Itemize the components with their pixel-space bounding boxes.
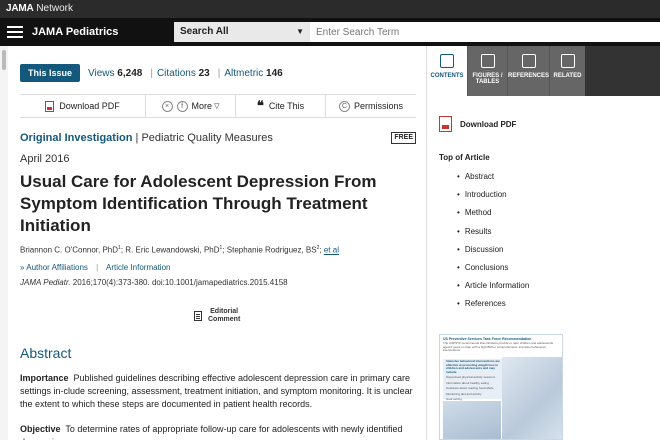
tab-contents[interactable]: CONTENTS bbox=[427, 46, 467, 96]
tab-related[interactable]: RELATED bbox=[549, 46, 585, 96]
journal-header: JAMA Pediatrics Search All ▼ bbox=[0, 18, 660, 46]
article-toolbar: Download PDF × f More ▽ ❝ Cite This C Per… bbox=[20, 94, 416, 118]
altmetric-metric[interactable]: Altmetric 146 bbox=[224, 68, 282, 79]
network-brand[interactable]: JAMA bbox=[6, 3, 34, 14]
toc-item-article-information[interactable]: Article Information bbox=[457, 280, 529, 298]
author-affiliations-link[interactable]: Author Affiliations bbox=[26, 263, 88, 272]
toc-item-results[interactable]: Results bbox=[457, 226, 529, 244]
article-sidebar: CONTENTS FIGURES / TABLES REFERENCES REL… bbox=[426, 46, 660, 440]
facebook-icon[interactable]: f bbox=[176, 100, 188, 112]
this-issue-button[interactable]: This Issue bbox=[20, 64, 81, 82]
search-input[interactable] bbox=[310, 22, 660, 42]
abstract-importance: Importance Published guidelines describi… bbox=[20, 373, 413, 409]
toc-item-conclusions[interactable]: Conclusions bbox=[457, 262, 529, 280]
menu-icon[interactable] bbox=[7, 26, 23, 38]
author-link[interactable]: Stephanie Rodriguez, BS bbox=[227, 246, 317, 255]
et-al-link[interactable]: et al bbox=[324, 246, 339, 255]
scrollbar-thumb[interactable] bbox=[2, 50, 6, 70]
author-link[interactable]: Briannon C. O'Connor, PhD bbox=[20, 246, 118, 255]
thumb-subtitle: The USPSTF recommends that clinicians pr… bbox=[443, 341, 554, 352]
permissions-button[interactable]: C Permissions bbox=[326, 94, 416, 118]
thumb-illustration bbox=[443, 401, 501, 439]
tab-references[interactable]: REFERENCES bbox=[507, 46, 549, 96]
abstract-heading: Abstract bbox=[20, 345, 72, 361]
search-scope-select[interactable]: Search All ▼ bbox=[174, 22, 310, 42]
twitter-icon[interactable]: × bbox=[161, 100, 173, 112]
link-icon bbox=[560, 54, 575, 68]
share-more-button[interactable]: × f More ▽ bbox=[146, 94, 236, 118]
quote-icon bbox=[521, 54, 536, 68]
chevron-right-icon: » bbox=[20, 263, 25, 272]
editorial-comment-link[interactable]: Editorial Comment bbox=[194, 308, 240, 324]
toc-item-method[interactable]: Method bbox=[457, 207, 529, 225]
article-type-link[interactable]: Original Investigation bbox=[20, 132, 132, 144]
search-scope-label: Search All bbox=[180, 26, 229, 37]
article-section-link[interactable]: Pediatric Quality Measures bbox=[141, 132, 272, 144]
pdf-icon bbox=[45, 100, 55, 112]
article-date: April 2016 bbox=[20, 153, 70, 165]
article-links: » Author Affiliations | Article Informat… bbox=[20, 263, 171, 272]
document-icon bbox=[194, 311, 202, 321]
toc-item-references[interactable]: References bbox=[457, 298, 529, 316]
article-title: Usual Care for Adolescent Depression Fro… bbox=[20, 172, 377, 235]
thumb-box: Intensive behavioral interventions are e… bbox=[443, 359, 503, 401]
chevron-down-icon: ▼ bbox=[296, 27, 304, 36]
copyright-icon: C bbox=[338, 100, 350, 112]
list-icon bbox=[440, 54, 454, 68]
thumb-illustration bbox=[502, 357, 562, 439]
article-main: This Issue Views 6,248 | Citations 23 | … bbox=[8, 46, 426, 440]
views-metric[interactable]: Views 6,248 bbox=[88, 68, 142, 79]
author-list: Briannon C. O'Connor, PhD1; R. Eric Lewa… bbox=[20, 245, 339, 255]
article-category: Original Investigation | Pediatric Quali… bbox=[20, 132, 416, 144]
article-metrics: This Issue Views 6,248 | Citations 23 | … bbox=[20, 64, 287, 82]
toc-heading[interactable]: Top of Article bbox=[439, 153, 490, 162]
toc-list: Abstract Introduction Method Results Dis… bbox=[457, 171, 529, 317]
pdf-icon bbox=[439, 116, 452, 132]
free-badge: FREE bbox=[391, 132, 416, 144]
network-bar: JAMA Network bbox=[0, 0, 660, 18]
sidebar-download-pdf[interactable]: Download PDF bbox=[439, 116, 516, 132]
toc-item-abstract[interactable]: Abstract bbox=[457, 171, 529, 189]
toc-item-discussion[interactable]: Discussion bbox=[457, 244, 529, 262]
toc-item-introduction[interactable]: Introduction bbox=[457, 189, 529, 207]
journal-name[interactable]: JAMA Pediatrics bbox=[32, 18, 118, 46]
chevron-down-icon: ▽ bbox=[214, 103, 220, 110]
chart-icon bbox=[480, 54, 495, 68]
download-pdf-button[interactable]: Download PDF bbox=[20, 94, 146, 118]
citations-metric[interactable]: Citations 23 bbox=[157, 68, 210, 79]
cite-this-button[interactable]: ❝ Cite This bbox=[236, 94, 326, 118]
citation-line: JAMA Pediatr. 2016;170(4):373-380. doi:1… bbox=[20, 278, 288, 287]
tab-figures-tables[interactable]: FIGURES / TABLES bbox=[467, 46, 507, 96]
sidebar-tabs: CONTENTS FIGURES / TABLES REFERENCES REL… bbox=[427, 46, 660, 96]
article-information-link[interactable]: Article Information bbox=[106, 263, 170, 272]
quote-icon: ❝ bbox=[256, 98, 264, 113]
abstract-objective: Objective To determine rates of appropri… bbox=[20, 424, 403, 440]
tabs-filler bbox=[585, 46, 660, 96]
visual-abstract-thumbnail[interactable]: US Preventive Services Task Force Recomm… bbox=[439, 334, 563, 440]
network-suffix[interactable]: Network bbox=[36, 3, 73, 14]
scrollbar[interactable] bbox=[0, 46, 8, 440]
author-link[interactable]: R. Eric Lewandowski, PhD bbox=[125, 246, 219, 255]
